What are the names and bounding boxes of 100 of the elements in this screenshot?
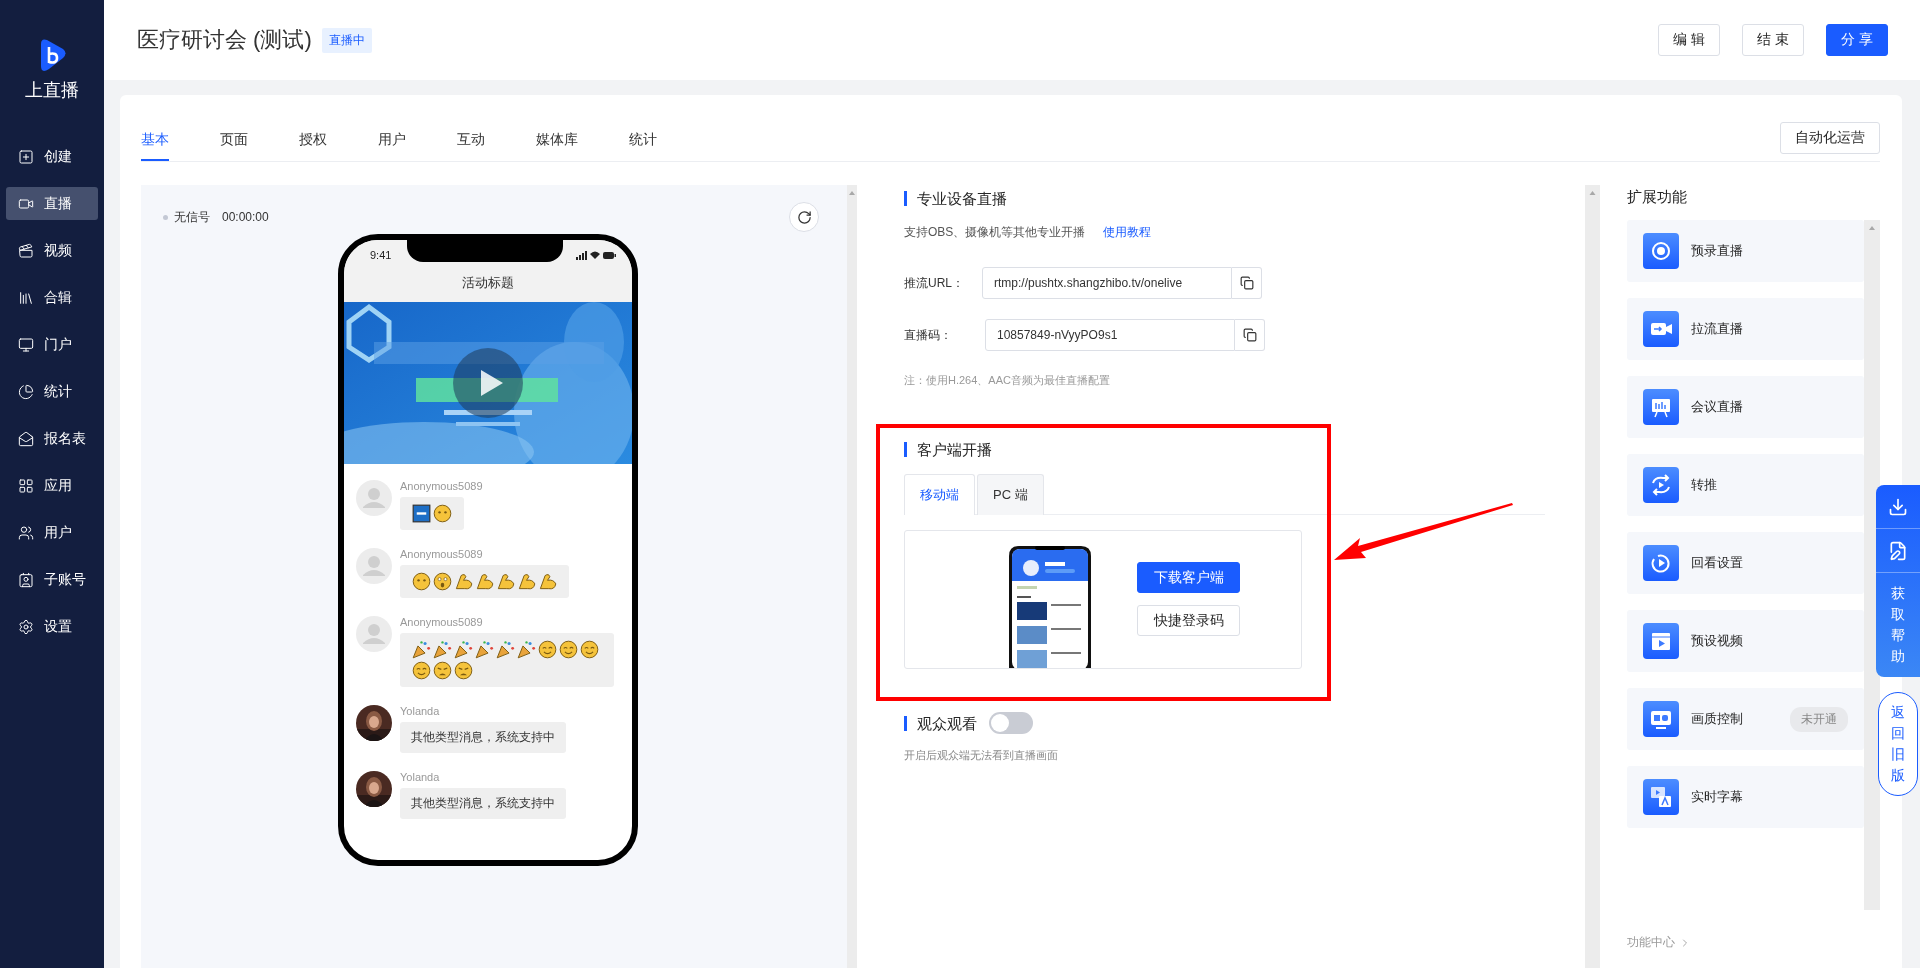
- tab[interactable]: 用户: [378, 131, 406, 161]
- party-popper-icon: [433, 640, 452, 659]
- document-edit-icon: [1888, 540, 1908, 561]
- sidebar-item[interactable]: 统计: [6, 375, 98, 408]
- feature-item[interactable]: 预录直播: [1627, 220, 1864, 282]
- sidebar-item[interactable]: 视频: [6, 234, 98, 267]
- surprised-face-icon: [433, 572, 452, 591]
- plus-square-icon: [18, 148, 34, 165]
- scrollbar[interactable]: [1585, 185, 1600, 968]
- avatar-icon: [356, 616, 392, 652]
- section-description: 支持OBS、摄像机等其他专业开播: [904, 224, 1086, 241]
- feature-item[interactable]: 拉流直播: [1627, 298, 1864, 360]
- avatar-icon: [356, 548, 392, 584]
- automation-button[interactable]: 自动化运营: [1780, 122, 1880, 154]
- feature-item[interactable]: 预设视频: [1627, 610, 1864, 672]
- sidebar-item[interactable]: 直播: [6, 187, 98, 220]
- refresh-icon: [796, 209, 812, 225]
- subtitle-icon: [1643, 779, 1679, 815]
- weary-face-icon: [433, 661, 452, 680]
- tutorial-link[interactable]: 使用教程: [1103, 224, 1152, 241]
- input-field[interactable]: rtmp://pushtx.shangzhibo.tv/onelive: [982, 267, 1232, 299]
- flexed-arm-icon: [538, 572, 557, 591]
- sidebar-item[interactable]: 设置: [6, 610, 98, 643]
- tab[interactable]: 页面: [220, 131, 248, 161]
- sender-name: Anonymous5089: [400, 548, 483, 560]
- neutral-face-icon: [412, 572, 431, 591]
- smiling-face-icon: [580, 640, 599, 659]
- refresh-button[interactable]: [789, 202, 819, 232]
- message-bubble: 其他类型消息，系统支持中: [400, 722, 566, 753]
- login-code-button[interactable]: 快捷登录码: [1137, 605, 1240, 636]
- neutral-face-icon: [433, 504, 452, 523]
- flexed-arm-icon: [517, 572, 536, 591]
- tab[interactable]: 互动: [457, 131, 485, 161]
- tab[interactable]: 授权: [299, 131, 327, 161]
- video-camera-icon: [1643, 311, 1679, 347]
- sidebar-item[interactable]: 门户: [6, 328, 98, 361]
- target-icon: [1643, 233, 1679, 269]
- input-field[interactable]: 10857849-nVyyPO9s1: [985, 319, 1235, 351]
- header-button[interactable]: 编 辑: [1658, 24, 1721, 56]
- copy-icon: [1239, 276, 1254, 290]
- tab[interactable]: PC 端: [977, 474, 1044, 515]
- sidebar-item[interactable]: 报名表: [6, 422, 98, 455]
- feature-item[interactable]: 画质控制 未开通: [1627, 688, 1864, 750]
- party-popper-icon: [454, 640, 473, 659]
- avatar-icon: [356, 480, 392, 516]
- config-note: 注：使用H.264、AAC音频为最佳直播配置: [904, 373, 1111, 388]
- tab[interactable]: 媒体库: [536, 131, 578, 161]
- field-label: 推流URL：: [904, 274, 965, 292]
- users-icon: [18, 524, 34, 541]
- flexed-arm-icon: [475, 572, 494, 591]
- page-title: 医疗研讨会 (测试): [137, 26, 312, 54]
- header-button[interactable]: 结 束: [1742, 24, 1805, 56]
- copy-button[interactable]: [1232, 267, 1262, 299]
- scrollbar[interactable]: [1864, 220, 1880, 910]
- sidebar-item[interactable]: 子账号: [6, 563, 98, 596]
- message-bubble: 其他类型消息，系统支持中: [400, 788, 566, 819]
- old-version-button[interactable]: 返回旧版: [1878, 692, 1918, 796]
- sidebar-item[interactable]: 创建: [6, 140, 98, 173]
- sender-name: Anonymous5089: [400, 480, 483, 492]
- section-title: 观众观看: [904, 715, 977, 731]
- help-button[interactable]: 获取帮助: [1891, 573, 1905, 677]
- share-button[interactable]: 分 享: [1826, 24, 1888, 56]
- settings-icon: [18, 618, 34, 635]
- grid-icon: [18, 477, 34, 494]
- sidebar-item[interactable]: 合辑: [6, 281, 98, 314]
- tab[interactable]: 移动端: [904, 474, 975, 515]
- loop-arrows-icon: [1643, 467, 1679, 503]
- replay-icon: [1643, 545, 1679, 581]
- signal-status: 无信号: [174, 208, 210, 226]
- sidebar-item[interactable]: 应用: [6, 469, 98, 502]
- toggle-switch[interactable]: [989, 712, 1033, 734]
- field-label: 直播码：: [904, 326, 953, 344]
- status-tag: 直播中: [321, 27, 372, 53]
- copy-button[interactable]: [1235, 319, 1265, 351]
- feature-item[interactable]: 回看设置: [1627, 532, 1864, 594]
- envelope-icon: [18, 430, 34, 447]
- sender-name: Anonymous5089: [400, 616, 483, 628]
- phone-page-title: 活动标题: [461, 274, 515, 292]
- contact-card-icon: [18, 571, 34, 588]
- feature-item[interactable]: 转推: [1627, 454, 1864, 516]
- phone-clock: 9:41: [370, 249, 392, 261]
- tab[interactable]: 基本: [141, 131, 169, 161]
- sender-name: Yolanda: [400, 771, 440, 783]
- party-popper-icon: [475, 640, 494, 659]
- play-icon[interactable]: [453, 348, 523, 418]
- smiling-face-icon: [412, 661, 431, 680]
- sidebar-item[interactable]: 用户: [6, 516, 98, 549]
- monitor-icon: [18, 336, 34, 353]
- scrollbar[interactable]: [847, 185, 857, 968]
- panel-title: 扩展功能: [1627, 188, 1688, 207]
- download-button[interactable]: 下载客户端: [1137, 562, 1240, 593]
- signal-dot: [163, 214, 168, 220]
- flexed-arm-icon: [496, 572, 515, 591]
- film-icon: [1643, 623, 1679, 659]
- sticker-icon: [412, 504, 431, 523]
- feature-item[interactable]: 实时字幕: [1627, 766, 1864, 828]
- party-popper-icon: [496, 640, 515, 659]
- status-icons: [576, 250, 616, 260]
- feature-item[interactable]: 会议直播: [1627, 376, 1864, 438]
- tab[interactable]: 统计: [629, 131, 657, 161]
